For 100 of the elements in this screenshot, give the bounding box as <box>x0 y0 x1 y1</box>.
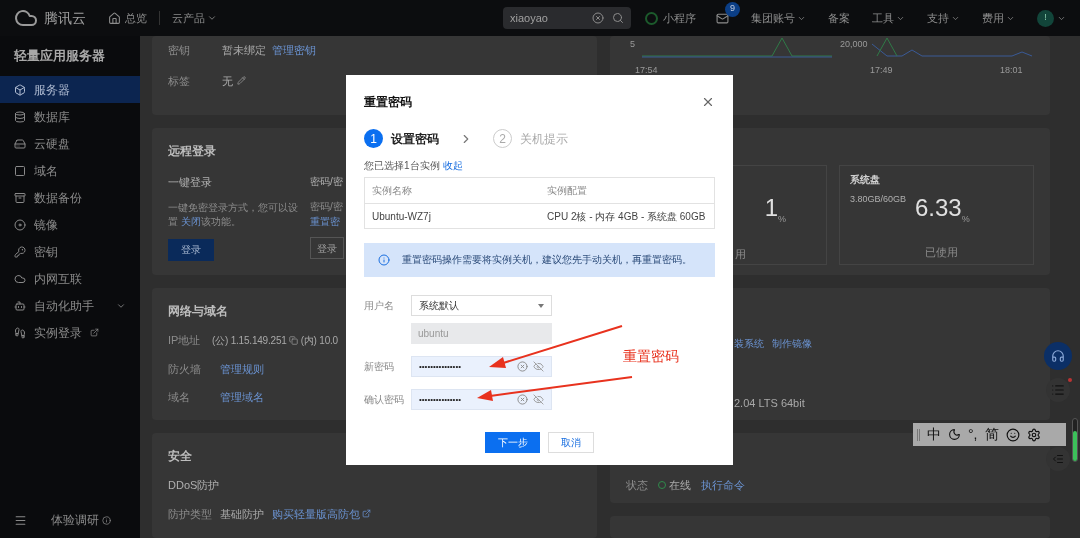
clear-icon[interactable] <box>517 394 528 405</box>
username-select[interactable]: 系统默认 <box>411 295 552 316</box>
sidebar-item[interactable]: 密钥 <box>0 238 140 265</box>
menu-icon[interactable] <box>14 513 27 527</box>
image-link[interactable]: 制作镜像 <box>772 336 812 351</box>
table-cell-text: Ubuntu-WZ7j <box>371 209 432 224</box>
login-button[interactable]: 登录 <box>310 237 344 259</box>
metric-caption: 已使用 <box>925 245 958 260</box>
field-value: 无 <box>222 73 233 89</box>
brand-name: 腾讯云 <box>44 8 86 28</box>
close-button[interactable] <box>701 95 715 109</box>
external-link-icon <box>362 509 371 519</box>
nav-menu[interactable]: 工具 <box>872 9 905 27</box>
field-value: 基础防护 <box>220 506 264 522</box>
dialog-title: 重置密码 <box>364 94 412 111</box>
sidebar-item[interactable]: 云硬盘 <box>0 130 140 157</box>
database-icon <box>14 110 26 123</box>
collapse-link[interactable]: 收起 <box>442 158 463 173</box>
punctuation-button[interactable]: °, <box>968 424 978 445</box>
hard-drive-icon <box>14 137 26 150</box>
pencil-icon[interactable] <box>237 76 246 86</box>
subsection-title: 密码/密 <box>310 175 343 189</box>
cube-icon <box>14 83 26 96</box>
login-button[interactable]: 登录 <box>168 238 214 261</box>
sidebar-item[interactable]: 内网互联 <box>0 265 140 292</box>
ip-address: (公) 1.15.149.251 <box>212 333 287 348</box>
cancel-button[interactable]: 取消 <box>548 432 594 453</box>
sidebar-item[interactable]: 数据库 <box>0 103 140 130</box>
emoji-icon[interactable] <box>1005 427 1020 442</box>
nav-menu[interactable]: 备案 <box>828 9 850 27</box>
close-link[interactable]: 关闭 <box>180 215 201 227</box>
square-icon <box>14 164 26 177</box>
nav-menu[interactable]: 集团账号 <box>751 9 806 27</box>
confirm-password-field[interactable]: ••••••••••••••• <box>411 389 552 410</box>
section-title: 远程登录 <box>168 143 216 160</box>
selection-text: 您已选择1台实例 <box>364 159 440 173</box>
robot-icon <box>14 299 26 312</box>
field-label: 密钥 <box>168 43 191 58</box>
caret-icon <box>207 13 217 23</box>
mail-badge: 9 <box>725 1 740 17</box>
axis-tick: 17:49 <box>870 64 893 77</box>
next-button[interactable]: 下一步 <box>485 432 540 453</box>
key-icon <box>14 245 26 258</box>
clear-icon[interactable] <box>592 12 604 24</box>
list-icon <box>1051 383 1065 397</box>
script-button[interactable]: 简 <box>984 424 999 445</box>
search-field[interactable]: xiaoyao <box>503 7 631 29</box>
field-label: 标签 <box>168 73 191 89</box>
nav-menu[interactable]: 费用 <box>982 9 1015 27</box>
manage-link[interactable]: 管理规则 <box>220 360 264 377</box>
field-value: 暂未绑定 <box>222 43 266 58</box>
metric-value: 6.33 <box>915 193 962 221</box>
password-input[interactable]: ••••••••••••••• <box>419 393 517 406</box>
eye-off-icon[interactable] <box>533 394 544 405</box>
support-button[interactable] <box>1044 342 1072 370</box>
command-link[interactable]: 执行命令 <box>701 476 745 493</box>
manage-link[interactable]: 管理域名 <box>220 389 264 406</box>
clear-icon[interactable] <box>517 361 528 372</box>
reset-link[interactable]: 重置密 <box>310 214 340 229</box>
step-label: 设置密码 <box>391 130 439 148</box>
image-link[interactable]: 装系统 <box>734 336 764 351</box>
manage-link[interactable]: 管理密钥 <box>272 42 316 59</box>
metric-unit: % <box>778 213 786 226</box>
sidebar-title: 轻量应用服务器 <box>14 47 105 66</box>
headset-icon <box>1051 349 1065 363</box>
sidebar-item[interactable]: 镜像 <box>0 211 140 238</box>
new-password-field[interactable]: ••••••••••••••• <box>411 356 552 377</box>
field-label: 防护类型 <box>168 506 212 522</box>
sidebar-item[interactable]: 实例登录 <box>0 319 140 346</box>
section-title: 网络与域名 <box>168 303 228 320</box>
search-icon[interactable] <box>612 12 624 24</box>
ime-mode-button[interactable]: 中 <box>927 424 941 445</box>
avatar[interactable]: ! <box>1037 9 1054 27</box>
password-input[interactable]: ••••••••••••••• <box>419 360 517 373</box>
metric-caption: 用 <box>735 247 746 262</box>
sidebar-item[interactable]: 服务器 <box>0 76 140 103</box>
purchase-link[interactable]: 购买轻量版高防包 <box>272 505 371 522</box>
copy-icon[interactable] <box>288 335 298 345</box>
axis-tick: 20,000 <box>840 38 868 51</box>
sidebar-item[interactable]: 域名 <box>0 157 140 184</box>
nav-menu[interactable]: 支持 <box>927 9 960 27</box>
field-label: 确认密码 <box>364 393 405 407</box>
products-menu[interactable]: 云产品 <box>172 9 217 27</box>
mail-icon[interactable] <box>716 11 729 25</box>
sidebar-item[interactable]: 自动化助手 <box>0 292 140 319</box>
metric-title: 系统盘 <box>850 173 880 187</box>
miniapp-link[interactable]: 小程序 <box>645 9 696 27</box>
survey-link[interactable]: 体验调研 <box>51 511 111 529</box>
subsection-title: 一键登录 <box>168 175 212 190</box>
archive-icon <box>14 191 26 204</box>
eye-off-icon[interactable] <box>533 361 544 372</box>
step-number: 1 <box>364 129 383 148</box>
step-label: 关机提示 <box>520 130 568 148</box>
settings-icon[interactable] <box>1026 427 1041 442</box>
home-link[interactable]: 总览 <box>108 9 147 27</box>
axis-tick: 5 <box>630 38 635 51</box>
sidebar-item[interactable]: 数据备份 <box>0 184 140 211</box>
info-icon <box>102 515 111 525</box>
moon-icon[interactable] <box>948 428 961 441</box>
search-input[interactable]: xiaoyao <box>510 9 592 27</box>
